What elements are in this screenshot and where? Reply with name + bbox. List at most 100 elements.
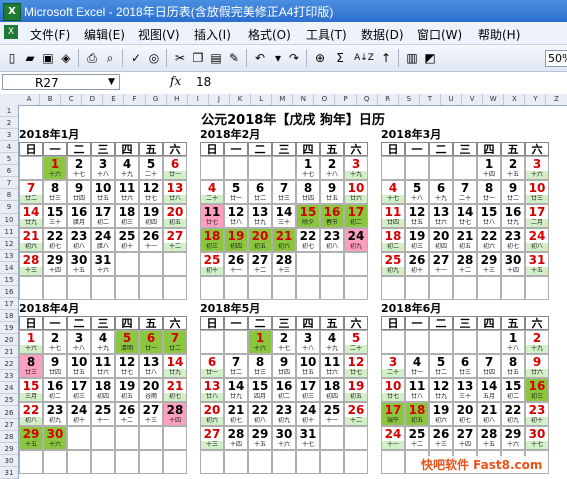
day-cell[interactable]: 17 二月 (525, 204, 549, 228)
row-header[interactable]: 1 (0, 105, 18, 118)
empty-cell[interactable] (19, 450, 43, 474)
day-cell[interactable]: 2 十七 (43, 330, 67, 354)
empty-cell[interactable] (320, 252, 344, 276)
day-cell[interactable]: 9 廿四 (272, 354, 296, 378)
day-cell[interactable]: 22 初八 (19, 402, 43, 426)
day-cell[interactable]: 10 廿七 (381, 378, 405, 402)
day-cell[interactable]: 24 初十 (296, 402, 320, 426)
day-cell[interactable]: 9 廿四 (43, 354, 67, 378)
day-cell[interactable]: 24 初八 (525, 228, 549, 252)
column-header[interactable]: F (125, 94, 146, 105)
day-cell[interactable]: 25 初十 (200, 252, 224, 276)
empty-cell[interactable] (67, 450, 91, 474)
day-cell[interactable]: 21 初五 (453, 228, 477, 252)
empty-cell[interactable] (501, 276, 525, 300)
day-cell[interactable]: 2 十七 (67, 156, 91, 180)
empty-cell[interactable] (296, 252, 320, 276)
day-cell[interactable]: 6 廿一 (163, 156, 187, 180)
day-cell[interactable]: 28 十四 (163, 402, 187, 426)
day-cell[interactable]: 20 初五 (163, 204, 187, 228)
day-cell[interactable]: 23 初八 (320, 228, 344, 252)
day-cell[interactable]: 3 二十 (381, 354, 405, 378)
empty-cell[interactable] (115, 450, 139, 474)
day-cell[interactable]: 27 十四 (453, 426, 477, 450)
day-cell[interactable]: 14 廿九 (19, 204, 43, 228)
day-cell[interactable]: 17 初三 (296, 378, 320, 402)
empty-cell[interactable] (67, 426, 91, 450)
day-cell[interactable]: 10 廿三 (525, 180, 549, 204)
day-cell[interactable]: 23 初七 (501, 228, 525, 252)
column-header[interactable]: U (441, 94, 463, 105)
day-cell[interactable]: 19 初四 (224, 228, 248, 252)
day-cell[interactable]: 21 初六 (19, 228, 43, 252)
day-cell[interactable]: 4 廿一 (405, 354, 429, 378)
drawing-icon[interactable]: ◩ (422, 50, 438, 66)
day-cell[interactable]: 29 十五 (248, 426, 272, 450)
empty-cell[interactable] (344, 276, 368, 300)
row-header[interactable]: 14 (0, 262, 18, 274)
empty-cell[interactable] (477, 330, 501, 354)
empty-cell[interactable] (91, 426, 115, 450)
function-icon[interactable]: fx (170, 74, 181, 88)
day-cell[interactable]: 3 十八 (67, 330, 91, 354)
empty-cell[interactable] (200, 450, 224, 474)
empty-cell[interactable] (344, 450, 368, 474)
column-header[interactable]: B (40, 94, 62, 105)
day-cell[interactable]: 10 廿六 (344, 180, 368, 204)
day-cell[interactable]: 9 廿四 (67, 180, 91, 204)
day-cell[interactable]: 7 廿四 (477, 354, 501, 378)
row-header[interactable]: 18 (0, 310, 18, 323)
row-header[interactable]: 16 (0, 286, 18, 298)
empty-cell[interactable] (163, 252, 187, 276)
day-cell[interactable]: 21 初七 (163, 378, 187, 402)
day-cell[interactable]: 31 十六 (91, 252, 115, 276)
day-cell[interactable]: 1 十四 (477, 156, 501, 180)
day-cell[interactable]: 16 初二 (43, 378, 67, 402)
empty-cell[interactable] (248, 276, 272, 300)
chart-wizard-icon[interactable]: ▥ (404, 50, 420, 66)
empty-cell[interactable] (525, 276, 549, 300)
menu-format[interactable]: 格式(O) (248, 26, 291, 43)
empty-cell[interactable] (163, 426, 187, 450)
empty-cell[interactable] (248, 156, 272, 180)
day-cell[interactable]: 12 廿七 (115, 354, 139, 378)
day-cell[interactable]: 7 廿二 (224, 354, 248, 378)
day-cell[interactable]: 11 廿六 (91, 354, 115, 378)
day-cell[interactable]: 6 廿三 (453, 354, 477, 378)
day-cell[interactable]: 29 十四 (43, 252, 67, 276)
day-cell[interactable]: 18 初三 (115, 204, 139, 228)
day-cell[interactable]: 20 谷雨 (139, 378, 163, 402)
day-cell[interactable]: 14 三十 (272, 204, 296, 228)
day-cell[interactable]: 10 廿五 (91, 180, 115, 204)
day-cell[interactable]: 22 初七 (43, 228, 67, 252)
empty-cell[interactable] (139, 276, 163, 300)
row-header[interactable]: 28 (0, 431, 18, 443)
day-cell[interactable]: 5 清明 (115, 330, 139, 354)
format-painter-icon[interactable]: ✎ (226, 50, 242, 66)
day-cell[interactable]: 12 廿七 (344, 354, 368, 378)
sort-ascending-icon[interactable]: A↓Z (352, 50, 376, 66)
empty-cell[interactable] (200, 330, 224, 354)
empty-cell[interactable] (344, 252, 368, 276)
menu-view[interactable]: 视图(V) (138, 26, 180, 43)
day-cell[interactable]: 18 初五 (405, 402, 429, 426)
day-cell[interactable]: 5 二十 (139, 156, 163, 180)
day-cell[interactable]: 21 初六 (272, 228, 296, 252)
day-cell[interactable]: 13 廿九 (248, 204, 272, 228)
autosum-icon[interactable]: Σ (332, 50, 348, 66)
day-cell[interactable]: 8 廿五 (501, 354, 525, 378)
row-header[interactable]: 17 (0, 298, 18, 310)
day-cell[interactable]: 24 十一 (381, 426, 405, 450)
empty-cell[interactable] (405, 276, 429, 300)
menu-insert[interactable]: 插入(I) (194, 26, 231, 43)
day-cell[interactable]: 16 腊月 (67, 204, 91, 228)
formula-input[interactable]: 18 (196, 75, 211, 89)
day-cell[interactable]: 11 廿六 (320, 354, 344, 378)
empty-cell[interactable] (115, 276, 139, 300)
column-header[interactable]: A (19, 94, 41, 105)
day-cell[interactable]: 2 十七 (272, 330, 296, 354)
empty-cell[interactable] (91, 276, 115, 300)
day-cell[interactable]: 17 初二 (91, 204, 115, 228)
day-cell[interactable]: 30 十六 (272, 426, 296, 450)
day-cell[interactable]: 26 十三 (429, 426, 453, 450)
